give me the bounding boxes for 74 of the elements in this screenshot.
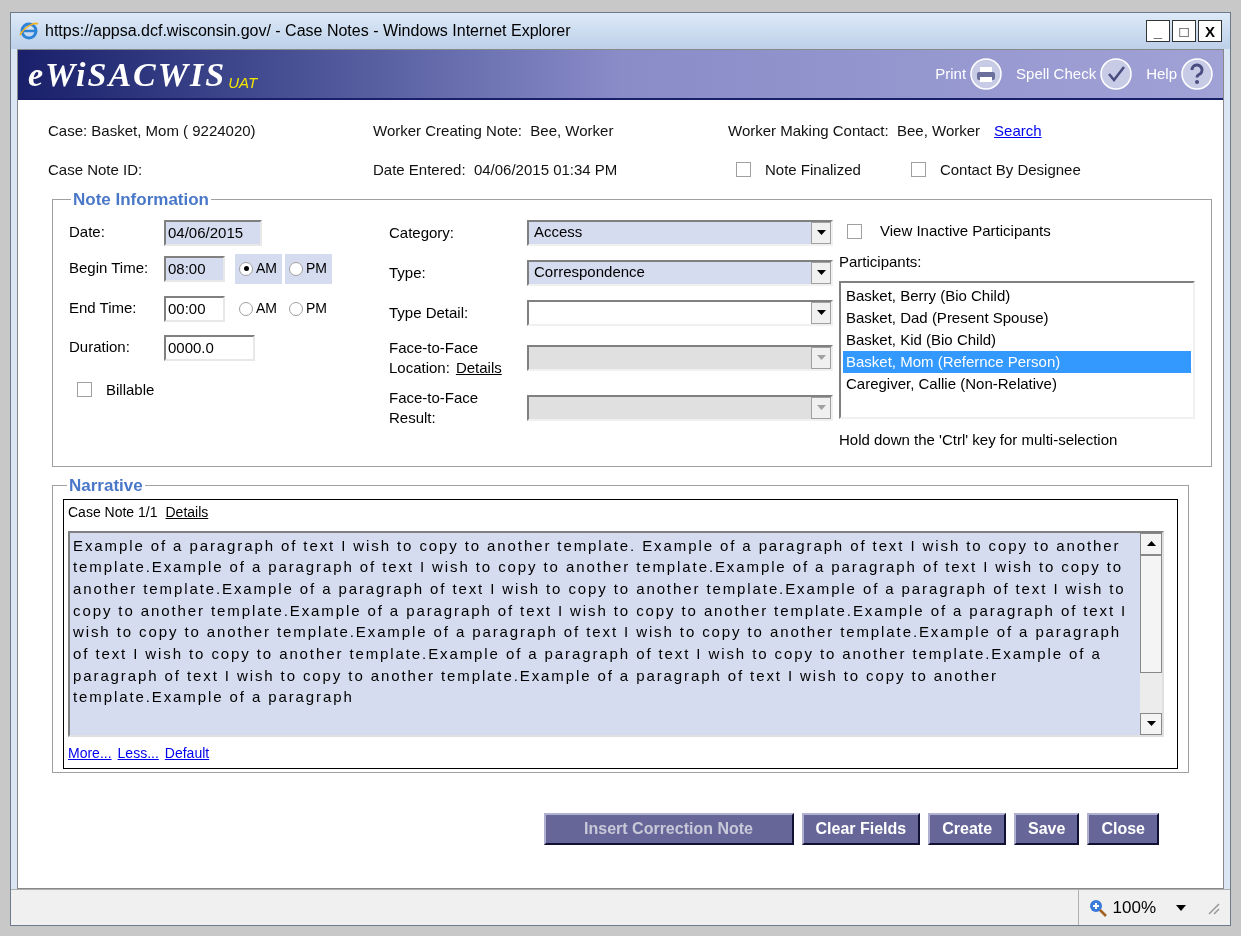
field-label: Date: [69,222,106,243]
field-label: Location: [389,357,450,378]
printer-icon [970,58,1003,90]
window-control-button[interactable]: _ [1146,20,1170,42]
app-logo: eWiSACWIS [28,54,227,95]
participant-option[interactable]: Basket, Berry (Bio Child) [843,285,1191,307]
case-note-id-label: Case Note ID: [48,159,144,180]
spell-check-icon [1100,58,1133,90]
zoom-level: 100% [1112,896,1156,919]
radio-label: AM [256,259,277,278]
duration-field[interactable]: 0000.0 [164,334,255,361]
worker-contact-text: Worker Making Contact: Bee, Worker [728,121,981,141]
date-entered-text: Date Entered: 04/06/2015 01:34 PM [373,159,619,180]
participant-option[interactable]: Basket, Kid (Bio Child) [843,329,1191,351]
scrollbar-thumb[interactable] [1140,554,1162,673]
dropdown-arrow-icon [1176,904,1186,911]
details-link[interactable]: Details [165,501,209,523]
field-label: Type Detail: [389,302,470,323]
section-legend: Narrative [67,473,145,499]
checkbox-label: Contact By Designee [939,159,1081,180]
narrative-size-link[interactable]: Default [164,742,210,764]
scroll-up-icon [1146,541,1156,546]
dropdown[interactable]: Access [527,219,833,246]
date-field[interactable]: 04/06/2015 [164,219,262,246]
checkbox-label: Note Finalized [765,159,861,180]
checkbox[interactable] [77,382,92,398]
checkbox[interactable] [910,162,926,178]
zoom-icon [1088,898,1107,917]
case-note-label: Case Note 1/1 [68,502,158,522]
field-label: Face-to-Face Result: [389,387,480,428]
action-button[interactable]: Clear Fields [801,813,921,845]
environment-label: UAT [228,72,258,93]
search-link[interactable]: Search [994,120,1042,143]
checkbox-label: Billable [106,379,155,400]
scroll-down-icon [1146,721,1156,726]
checkbox[interactable] [847,224,862,239]
window-control-button[interactable]: □ [1172,20,1196,42]
time-field[interactable]: 00:00 [164,295,225,322]
radio-button[interactable] [239,301,253,316]
case-text: Case: Basket, Mom ( 9224020) [48,121,257,141]
time-field[interactable]: 08:00 [164,255,225,282]
hint-text: Hold down the 'Ctrl' key for multi-selection [839,430,1119,450]
resize-grip-icon [1206,900,1220,915]
radio-label: PM [306,299,327,318]
radio-button[interactable] [239,261,253,276]
narrative-size-link[interactable]: More... [68,742,112,764]
participants-label: Participants: [839,251,923,272]
window-control-button[interactable]: X [1198,20,1222,42]
field-label: Begin Time: [69,258,150,279]
radio-button[interactable] [289,261,303,276]
section-legend: Note Information [71,187,211,213]
checkbox-label: View Inactive Participants [880,221,1051,242]
dropdown[interactable]: Correspondence [527,259,833,286]
radio-label: PM [306,259,327,278]
worker-creating-text: Worker Creating Note: Bee, Worker [373,121,615,141]
narrative-size-link[interactable]: Less... [117,742,159,764]
field-label: Type: [389,262,427,283]
radio-label: AM [256,299,277,318]
browser-logo-icon [19,21,39,41]
field-label: Duration: [69,337,131,358]
action-button[interactable]: Close [1087,813,1159,845]
dropdown[interactable] [527,299,833,326]
field-label: End Time: [69,298,138,319]
participants-list[interactable]: Basket, Berry (Bio Child) Basket, Dad (Present Spouse) Basket, Kid (Bio Child) Basket, Mom (Refernce Person) Caregiver, Callie (Non-Relative) [839,281,1195,419]
radio-button[interactable] [289,301,303,316]
participant-option[interactable]: Basket, Dad (Present Spouse) [843,307,1191,329]
checkbox[interactable] [736,162,751,178]
participant-option[interactable]: Caregiver, Callie (Non-Relative) [843,373,1191,395]
field-label: Face-to-Face [389,337,480,358]
action-button[interactable]: Save [1014,813,1080,845]
action-button[interactable]: Create [928,813,1007,845]
window-title: https://appsa.dcf.wisconsin.gov/ - Case Notes - Windows Internet Explorer [45,21,571,41]
help-icon [1181,58,1213,90]
field-label: Category: [389,222,456,243]
